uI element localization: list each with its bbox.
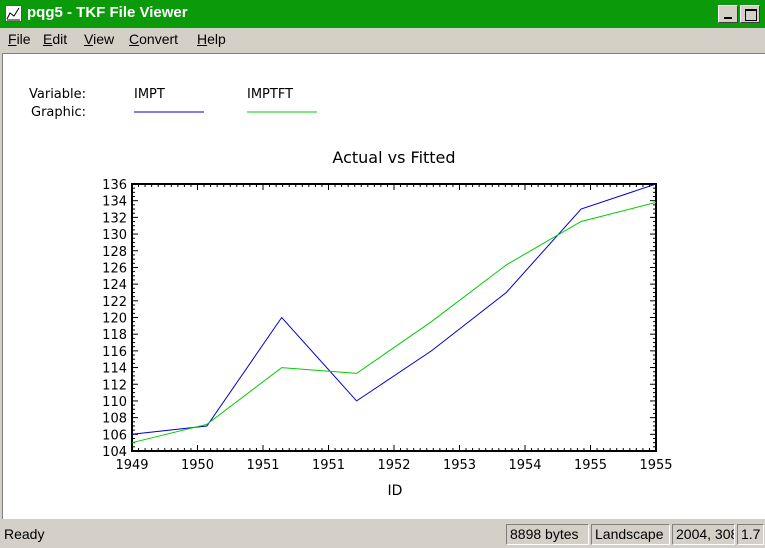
- y-tick-label: 114: [102, 362, 127, 377]
- x-tick-label: 1950: [181, 458, 214, 473]
- status-zoom: 1.7: [737, 524, 764, 545]
- y-tick-label: 122: [102, 295, 127, 310]
- x-tick-label: 1949: [115, 458, 148, 473]
- legend-series-name: IMPT: [134, 87, 165, 102]
- status-orientation: Landscape: [591, 524, 670, 545]
- x-tick-label: 1951: [312, 458, 345, 473]
- menu-convert[interactable]: Convert: [129, 31, 178, 47]
- minimize-button[interactable]: [718, 5, 738, 23]
- x-tick-label: 1952: [377, 458, 410, 473]
- x-tick-label: 1955: [639, 458, 672, 473]
- y-tick-label: 118: [102, 328, 127, 343]
- series-line-impt: [131, 183, 657, 435]
- legend-graphic-label: Graphic:: [31, 105, 86, 120]
- legend-series-name: IMPTFT: [247, 87, 293, 102]
- y-tick-label: 128: [102, 245, 127, 260]
- menu-help[interactable]: Help: [197, 31, 226, 47]
- x-tick-label: 1953: [443, 458, 476, 473]
- document-view[interactable]: Variable: Graphic: IMPT IMPTFT Actual vs…: [2, 53, 765, 519]
- y-tick-label: 108: [102, 412, 127, 427]
- legend-variable-label: Variable:: [29, 87, 86, 102]
- y-tick-label: 116: [102, 345, 127, 360]
- menu-edit[interactable]: Edit: [43, 31, 67, 47]
- y-tick-label: 134: [102, 195, 127, 210]
- y-tick-label: 110: [102, 395, 127, 410]
- x-tick-label: 1951: [246, 458, 279, 473]
- y-tick-label: 124: [102, 278, 127, 293]
- title-bar[interactable]: pqg5 - TKF File Viewer: [0, 0, 765, 28]
- y-tick-label: 130: [102, 228, 127, 243]
- menu-file[interactable]: File: [8, 31, 31, 47]
- y-tick-label: 120: [102, 312, 127, 327]
- app-chart-icon[interactable]: [5, 5, 22, 22]
- menu-bar: File Edit View Convert Help: [0, 28, 765, 50]
- x-tick-label: 1954: [508, 458, 541, 473]
- x-axis-label: ID: [388, 483, 403, 499]
- status-file-size: 8898 bytes: [506, 524, 589, 545]
- status-position: 2004, 308: [672, 524, 735, 545]
- chart: Variable: Graphic: IMPT IMPTFT Actual vs…: [29, 87, 673, 499]
- app-window: pqg5 - TKF File Viewer File Edit View Co…: [0, 0, 765, 548]
- y-tick-label: 106: [102, 428, 127, 443]
- plot-area: [131, 183, 657, 444]
- y-tick-label: 132: [102, 211, 127, 226]
- y-tick-label: 136: [102, 178, 127, 193]
- chart-title: Actual vs Fitted: [332, 148, 455, 167]
- x-tick-label: 1955: [574, 458, 607, 473]
- series-line-imptft: [131, 201, 657, 444]
- y-tick-label: 112: [102, 378, 127, 393]
- status-bar: Ready 8898 bytes Landscape 2004, 308 1.7: [0, 521, 765, 548]
- status-ready-text: Ready: [4, 526, 45, 542]
- y-tick-label: 126: [102, 261, 127, 276]
- maximize-button[interactable]: [740, 5, 760, 23]
- window-title: pqg5 - TKF File Viewer: [27, 4, 188, 21]
- menu-view[interactable]: View: [84, 31, 114, 47]
